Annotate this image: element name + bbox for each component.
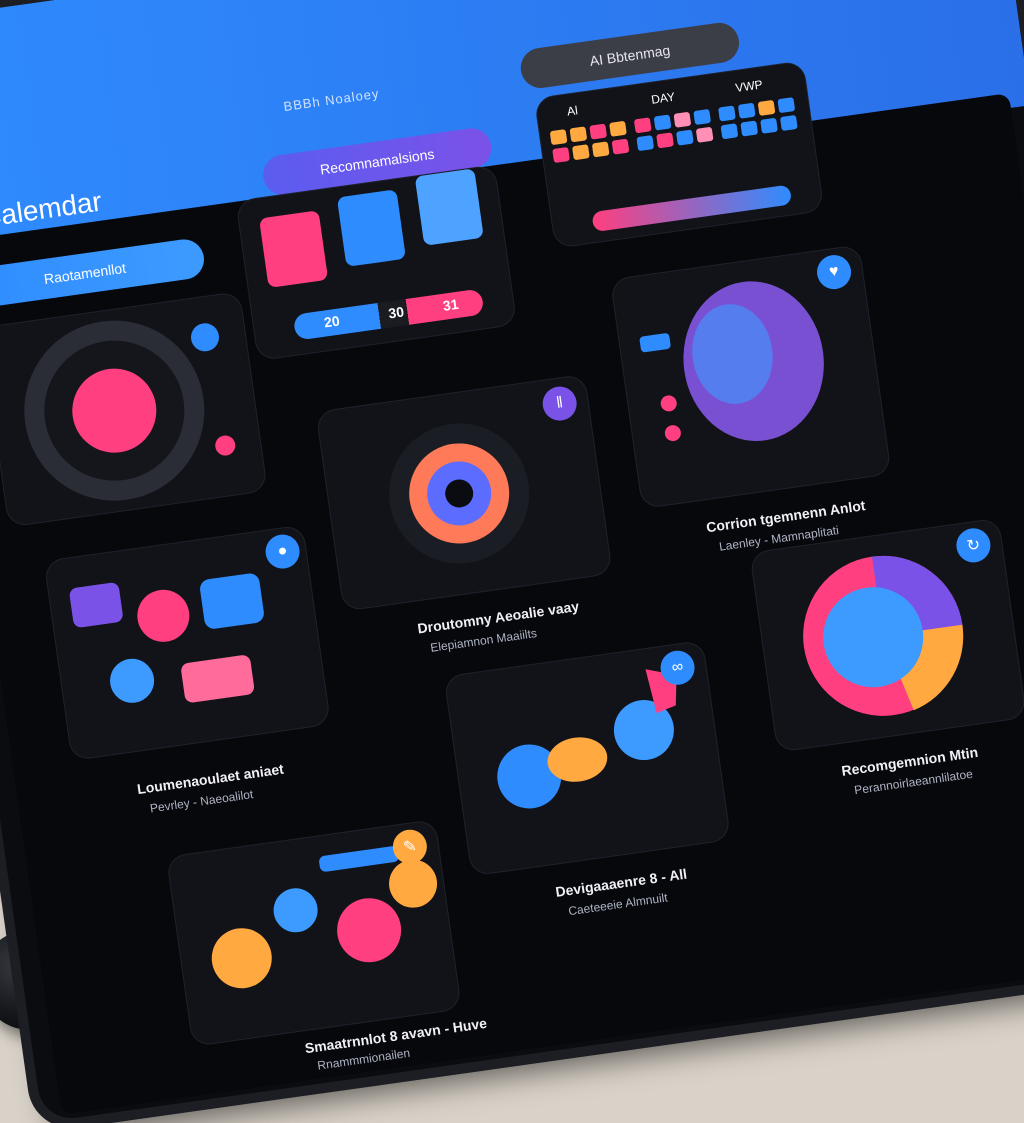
head-illustration	[639, 281, 824, 442]
calendar-grid-left	[549, 120, 630, 164]
calendar-cell[interactable]	[653, 114, 672, 131]
calendar-cell[interactable]	[779, 114, 798, 132]
calendar-view-week[interactable]: VWP	[734, 77, 763, 95]
side-chip	[639, 333, 671, 353]
calendar-cell[interactable]	[695, 126, 714, 143]
recommendation-tile-blue	[337, 190, 405, 266]
recommendation-tile-light	[415, 169, 483, 245]
calendar-cell[interactable]	[737, 102, 756, 119]
eye-card[interactable]: ‖	[316, 374, 612, 611]
main-pill[interactable]: Raotamenllot	[0, 236, 207, 310]
side-dot	[664, 425, 681, 442]
bubble-orange-small	[389, 859, 438, 908]
calendar-cell[interactable]	[693, 108, 712, 126]
shape-blue	[200, 573, 264, 629]
calendar-cell[interactable]	[718, 105, 736, 122]
shape-pink	[137, 589, 190, 642]
calendar-cell[interactable]	[549, 129, 568, 146]
bubble-orange	[211, 928, 272, 989]
card-4-caption: Devigaaaenre 8 - All	[554, 865, 688, 900]
calendar-grid-mid	[633, 108, 714, 152]
date-30[interactable]: 30	[387, 303, 405, 321]
calendar-view-day[interactable]: DAY	[650, 90, 676, 107]
bubbles-card[interactable]: ✎	[167, 820, 461, 1046]
calendar-cell[interactable]	[569, 126, 588, 143]
vinyl-illustration	[24, 320, 236, 501]
date-20[interactable]: 20	[323, 312, 341, 330]
recommendation-tile-pink	[260, 211, 328, 287]
calendar-cell[interactable]	[636, 135, 655, 152]
calendar-cell[interactable]	[552, 146, 570, 164]
shape-pink-rect	[181, 655, 255, 703]
calendar-cell[interactable]	[591, 141, 610, 158]
bubble-pink	[337, 898, 402, 963]
calendar-cell[interactable]	[656, 132, 674, 149]
shapes-card[interactable]: ●	[44, 525, 330, 760]
recommendations-widget[interactable]: 20 30 31	[236, 165, 517, 361]
shape-violet	[69, 582, 123, 628]
ai-head-card[interactable]: ♥	[610, 245, 891, 509]
calendar-cell[interactable]	[571, 144, 590, 161]
calendar-cell[interactable]	[673, 111, 692, 128]
calendar-cell[interactable]	[740, 120, 759, 137]
record-card[interactable]	[0, 292, 267, 527]
calendar-cell[interactable]	[757, 99, 776, 116]
donut-card[interactable]: ↻	[750, 518, 1024, 752]
shape-blue-dot	[110, 658, 155, 703]
bubble-blue	[273, 888, 318, 933]
calendar-cell[interactable]	[777, 97, 796, 114]
calendar-progress	[591, 184, 793, 233]
calendar-cell[interactable]	[611, 138, 630, 155]
top-tab[interactable]: BBBh Noaloey	[283, 86, 381, 114]
play-dot	[190, 323, 219, 352]
card-1-caption: Loumenaoulaet aniaet	[136, 760, 285, 798]
calendar-grid-right	[718, 97, 798, 140]
calendar-cell[interactable]	[675, 129, 694, 146]
chip-blue	[319, 846, 400, 872]
calendar-cell[interactable]	[760, 117, 778, 134]
calendar-cell[interactable]	[633, 117, 652, 134]
calendar-cell[interactable]	[720, 123, 739, 140]
calendar-cell[interactable]	[609, 120, 627, 137]
calendar-view-a[interactable]: Al	[566, 103, 579, 118]
hand-card[interactable]: ∞	[444, 641, 730, 876]
date-31[interactable]: 31	[442, 296, 460, 314]
main-screen: Raotamenllot Recomnamalsions AI Bbtenmag…	[0, 20, 1024, 1115]
accent-dot	[215, 435, 236, 456]
calendar-cell[interactable]	[589, 123, 608, 140]
tablet: Calemdar BBBh Noaloey Raotamenllot Recom…	[0, 0, 1024, 1123]
side-dot	[660, 395, 677, 412]
